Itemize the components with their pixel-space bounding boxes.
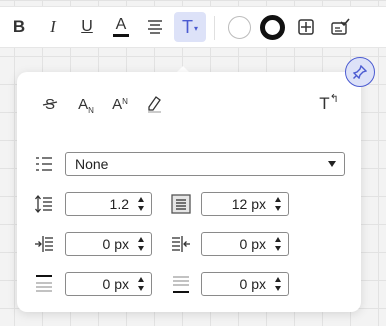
line-height-input[interactable]: 1.2 (65, 192, 152, 216)
indent-left-value: 0 px (102, 236, 129, 252)
subscript-icon: AN (78, 95, 94, 115)
stroke-color-button[interactable] (257, 12, 287, 42)
stepper-icon[interactable] (137, 237, 145, 251)
list-style-select[interactable]: None (65, 152, 345, 176)
align-button[interactable] (140, 12, 170, 42)
space-before-icon (36, 275, 52, 292)
font-color-icon: A (113, 17, 129, 37)
italic-button[interactable]: I (38, 12, 68, 42)
list-style-icon (36, 157, 52, 171)
space-before-value: 0 px (102, 276, 129, 292)
indent-right-input[interactable]: 0 px (201, 232, 289, 256)
highlighter-icon (148, 96, 161, 113)
line-height-icon (35, 194, 52, 214)
text-format-popover: S AN AN T↰ None 1.2 12 px 0 px 0 px 0 px… (17, 72, 361, 312)
superscript-icon: AN (112, 96, 128, 113)
paragraph-spacing-icon (171, 194, 191, 214)
pin-button[interactable] (345, 57, 375, 87)
checklist-icon (331, 18, 350, 35)
checklist-button[interactable] (325, 12, 355, 42)
fill-color-icon (227, 15, 251, 39)
list-style-value: None (75, 156, 109, 172)
font-color-letter: A (115, 16, 127, 33)
indent-right-value: 0 px (239, 236, 266, 252)
stepper-icon[interactable] (274, 197, 282, 211)
font-color-button[interactable]: A (106, 12, 136, 42)
paragraph-spacing-value: 12 px (231, 196, 266, 212)
fill-color-button[interactable] (224, 12, 254, 42)
paragraph-spacing-input[interactable]: 12 px (201, 192, 289, 216)
strikethrough-button[interactable]: S (37, 92, 63, 116)
pin-icon (353, 65, 367, 79)
text-toolbar: B I U A T ▾ (0, 6, 386, 48)
bold-button[interactable]: B (4, 12, 34, 42)
indent-right-icon (172, 236, 190, 252)
stepper-icon[interactable] (274, 277, 282, 291)
line-height-value: 1.2 (109, 196, 129, 212)
stepper-icon[interactable] (137, 277, 145, 291)
italic-icon: I (50, 17, 56, 36)
subscript-button[interactable]: AN (73, 92, 99, 116)
highlight-button[interactable] (141, 92, 167, 116)
frame-icon (298, 19, 314, 35)
stepper-icon[interactable] (137, 197, 145, 211)
superscript-suffix: N (122, 96, 128, 106)
chevron-down-icon (328, 161, 336, 167)
frame-button[interactable] (291, 12, 321, 42)
text-type-icon: T (181, 16, 193, 37)
indent-left-icon (35, 236, 53, 252)
space-after-input[interactable]: 0 px (201, 272, 289, 296)
superscript-button[interactable]: AN (107, 92, 133, 116)
subscript-letter: A (78, 95, 89, 113)
underline-button[interactable]: U (72, 12, 102, 42)
toolbar-divider (214, 16, 215, 40)
chevron-down-icon: ▾ (193, 23, 198, 33)
bold-icon: B (12, 17, 26, 36)
space-before-input[interactable]: 0 px (65, 272, 152, 296)
underline-icon: U (81, 18, 93, 35)
stepper-icon[interactable] (274, 237, 282, 251)
text-transform-letter: T (319, 94, 330, 113)
space-after-icon (173, 276, 189, 293)
space-after-value: 0 px (239, 276, 266, 292)
text-type-button[interactable]: T ▾ (174, 12, 206, 42)
align-center-icon (148, 20, 162, 34)
text-transform-icon: T↰ (319, 93, 339, 113)
subscript-suffix: N (88, 105, 94, 115)
indent-left-input[interactable]: 0 px (65, 232, 152, 256)
text-transform-button[interactable]: T↰ (315, 92, 343, 116)
superscript-letter: A (112, 95, 123, 113)
stroke-color-icon (259, 14, 285, 40)
strikethrough-icon: S (42, 96, 58, 113)
